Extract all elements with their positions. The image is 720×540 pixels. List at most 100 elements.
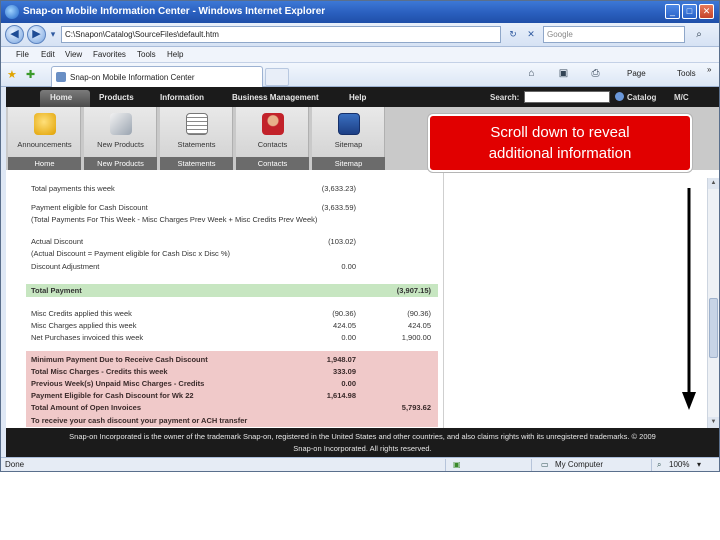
statement-row: (Actual Discount = Payment eligible for …: [31, 249, 231, 258]
statement-row: Total payments this week (3,633.23): [31, 184, 356, 193]
down-arrow-icon: [682, 188, 696, 410]
security-zone: My Computer: [555, 460, 604, 469]
home-icon[interactable]: ⌂: [525, 67, 538, 80]
tile-label: Announcements: [17, 140, 72, 149]
tile-label: Statements: [177, 140, 216, 149]
footer-line-1: Snap-on Incorporated is the owner of the…: [69, 432, 656, 441]
statement-row: Misc Charges applied this week 424.05 424.…: [31, 321, 431, 330]
tile-label: Sitemap: [334, 140, 363, 149]
site-search-input[interactable]: [524, 91, 610, 103]
page-menu[interactable]: Page: [627, 69, 646, 78]
page-icon: [56, 72, 66, 82]
tile-sitemap[interactable]: Sitemap Sitemap: [312, 107, 385, 170]
scroll-hint-callout: Scroll down to reveal additional informa…: [428, 114, 692, 172]
refresh-icon[interactable]: ↻: [505, 26, 521, 43]
close-button[interactable]: ✕: [699, 4, 714, 19]
tools-menu[interactable]: Tools: [677, 69, 696, 78]
menu-view[interactable]: View: [65, 50, 82, 59]
statement-row: Payment eligible for Cash Discount (3,633…: [31, 203, 356, 212]
scroll-down-icon[interactable]: ▼: [708, 417, 719, 428]
summary-row: Total Misc Charges - Credits this week 33…: [31, 367, 356, 376]
tile-label: New Products: [97, 140, 144, 149]
tile-sub-label: Sitemap: [312, 157, 385, 170]
tile-label: Contacts: [257, 140, 288, 149]
tile-sub-label: Home: [8, 157, 81, 170]
mc-link[interactable]: M/C: [674, 93, 689, 102]
add-favorite-icon[interactable]: ✚: [26, 68, 35, 81]
back-button[interactable]: ◀: [5, 25, 24, 44]
status-text: Done: [5, 460, 25, 469]
print-icon[interactable]: ⎙: [589, 67, 602, 80]
statement-row: Misc Credits applied this week (90.36) (90…: [31, 309, 431, 318]
summary-row: Payment Eligible for Cash Discount for W…: [31, 391, 356, 400]
nav-products[interactable]: Products: [99, 93, 134, 102]
site-search-label: Search:: [490, 93, 520, 102]
page-scrollbar[interactable]: ▲ ▼: [707, 178, 719, 428]
tile-announcements[interactable]: Announcements Home: [8, 107, 81, 170]
column-divider: [443, 170, 444, 428]
zoom-level[interactable]: 100%: [669, 460, 689, 469]
nav-information[interactable]: Information: [160, 93, 204, 102]
tile-sub-label: Statements: [160, 157, 233, 170]
nav-home[interactable]: Home: [50, 93, 72, 102]
menu-help[interactable]: Help: [167, 50, 183, 59]
statement-row: Discount Adjustment 0.00: [31, 262, 356, 271]
tile-new-products[interactable]: New Products New Products: [84, 107, 157, 170]
announcement-icon: [34, 113, 56, 135]
favorites-star-icon[interactable]: ★: [7, 68, 17, 81]
tab-snapon[interactable]: Snap-on Mobile Information Center: [51, 66, 263, 87]
menu-tools[interactable]: Tools: [137, 50, 156, 59]
minimize-button[interactable]: _: [665, 4, 680, 19]
history-dropdown-icon[interactable]: ▾: [45, 26, 61, 43]
tab-bar: ★ ✚ Snap-on Mobile Information Center ⌂ …: [1, 63, 719, 87]
menu-file[interactable]: File: [16, 50, 29, 59]
callout-line-2: additional information: [488, 145, 632, 162]
scroll-thumb[interactable]: [709, 298, 718, 358]
tile-contacts[interactable]: Contacts Contacts: [236, 107, 309, 170]
window-title: Snap-on Mobile Information Center - Wind…: [23, 6, 326, 17]
forward-button[interactable]: ▶: [27, 25, 46, 44]
status-divider: [531, 459, 532, 471]
catalog-icon[interactable]: [615, 92, 624, 101]
site-footer: Snap-on Incorporated is the owner of the…: [6, 428, 719, 457]
menu-bar: File Edit View Favorites Tools Help: [1, 47, 719, 63]
ie-icon: [5, 5, 19, 19]
tile-statements[interactable]: Statements Statements: [160, 107, 233, 170]
more-chevron-icon[interactable]: »: [707, 65, 711, 74]
summary-row: Previous Week(s) Unpaid Misc Charges - C…: [31, 379, 356, 388]
tab-label: Snap-on Mobile Information Center: [70, 73, 195, 82]
statement-icon: [186, 113, 208, 135]
status-divider: [651, 459, 652, 471]
search-input[interactable]: Google: [543, 26, 685, 43]
discount-summary-block: Minimum Payment Due to Receive Cash Disc…: [26, 351, 438, 427]
site-nav: Home Products Information Business Manag…: [6, 87, 719, 107]
computer-icon: ▭: [541, 460, 549, 469]
menu-edit[interactable]: Edit: [41, 50, 55, 59]
sitemap-icon: [338, 113, 360, 135]
catalog-link[interactable]: Catalog: [627, 93, 656, 102]
wrench-icon: [110, 113, 132, 135]
feeds-icon[interactable]: ▣: [557, 67, 570, 80]
total-payment-row: Total Payment (3,907.15): [26, 284, 438, 297]
title-bar: Snap-on Mobile Information Center - Wind…: [1, 1, 719, 23]
status-divider: [445, 459, 446, 471]
menu-favorites[interactable]: Favorites: [93, 50, 126, 59]
footer-line-2: Snap-on Incorporated. All rights reserve…: [293, 444, 432, 453]
zoom-dropdown-icon[interactable]: ▾: [697, 460, 701, 469]
scroll-up-icon[interactable]: ▲: [708, 178, 719, 189]
stop-icon[interactable]: ✕: [523, 26, 539, 43]
search-icon[interactable]: ⌕: [689, 26, 709, 43]
summary-row: Total Amount of Open Invoices 5,793.62: [31, 403, 431, 412]
maximize-button[interactable]: □: [682, 4, 697, 19]
status-bar: Done ▣ ▭ My Computer ⌕ 100% ▾: [1, 457, 719, 471]
zoom-icon: ⌕: [657, 460, 662, 469]
new-tab-button[interactable]: [265, 68, 289, 86]
summary-row: Minimum Payment Due to Receive Cash Disc…: [31, 355, 356, 364]
address-input[interactable]: C:\Snapon\Catalog\SourceFiles\default.ht…: [61, 26, 501, 43]
nav-business-management[interactable]: Business Management: [232, 93, 319, 102]
tile-sub-label: Contacts: [236, 157, 309, 170]
summary-row: To receive your cash discount your payme…: [31, 416, 248, 425]
tile-sub-label: New Products: [84, 157, 157, 170]
address-bar: ◀ ▶ ▾ C:\Snapon\Catalog\SourceFiles\defa…: [1, 23, 719, 47]
nav-help[interactable]: Help: [349, 93, 366, 102]
